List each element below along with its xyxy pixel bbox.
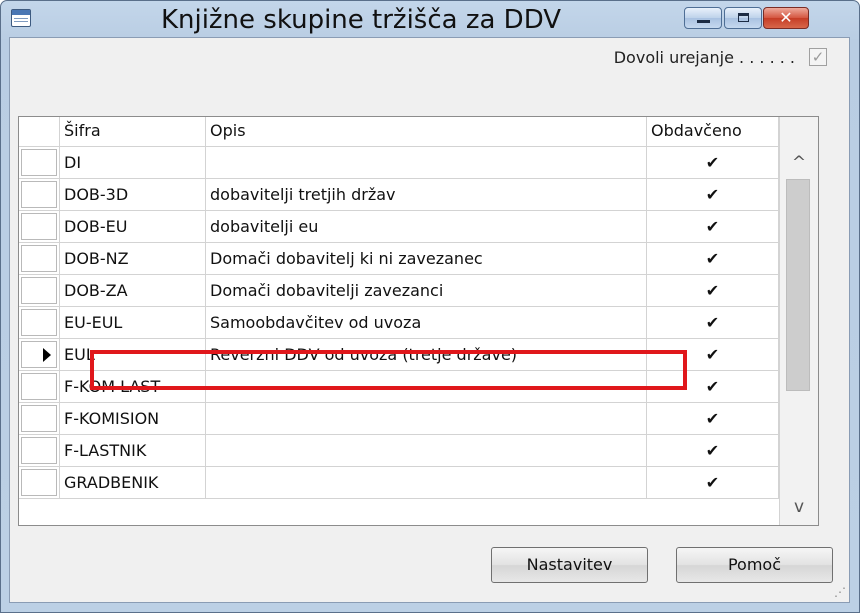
maximize-button[interactable] bbox=[724, 7, 762, 29]
row-selector[interactable] bbox=[19, 179, 60, 211]
scroll-up-icon[interactable]: ^ bbox=[780, 147, 818, 179]
row-selector-header bbox=[19, 117, 60, 147]
allow-edit-row: Dovoli urejanje . . . . . . ✓ bbox=[535, 46, 835, 70]
current-row-pointer-icon bbox=[43, 348, 51, 362]
maximize-icon bbox=[738, 13, 749, 22]
cell-description[interactable]: Samoobdavčitev od uvoza bbox=[206, 307, 647, 339]
table-row[interactable]: EU-EUL Samoobdavčitev od uvoza ✔ bbox=[19, 307, 779, 339]
help-button[interactable]: Pomoč bbox=[676, 547, 833, 583]
cell-code[interactable]: GRADBENIK bbox=[60, 467, 206, 499]
cell-description[interactable]: dobavitelji eu bbox=[206, 211, 647, 243]
cell-description[interactable]: Domači dobavitelj ki ni zavezanec bbox=[206, 243, 647, 275]
allow-edit-checkbox[interactable]: ✓ bbox=[809, 48, 827, 66]
cell-code[interactable]: DOB-EU bbox=[60, 211, 206, 243]
setup-button[interactable]: Nastavitev bbox=[491, 547, 648, 583]
row-selector[interactable] bbox=[19, 435, 60, 467]
grid-header: Šifra Opis Obdavčeno bbox=[19, 117, 779, 147]
vertical-scrollbar[interactable]: ^ v bbox=[779, 117, 818, 525]
cell-taxed-checkbox[interactable]: ✔ bbox=[647, 211, 779, 243]
row-selector[interactable] bbox=[19, 371, 60, 403]
row-selector[interactable] bbox=[19, 147, 60, 179]
cell-taxed-checkbox[interactable]: ✔ bbox=[647, 275, 779, 307]
cell-description[interactable] bbox=[206, 435, 647, 467]
cell-description[interactable] bbox=[206, 467, 647, 499]
cell-description[interactable]: dobavitelji tretjih držav bbox=[206, 179, 647, 211]
dialog-window: Knjižne skupine tržišča za DDV ✕ Dovoli … bbox=[0, 0, 860, 613]
cell-description[interactable]: Domači dobavitelji zavezanci bbox=[206, 275, 647, 307]
highlight-annotation bbox=[90, 350, 687, 390]
cell-taxed-checkbox[interactable]: ✔ bbox=[647, 403, 779, 435]
cell-taxed-checkbox[interactable]: ✔ bbox=[647, 307, 779, 339]
column-header-description[interactable]: Opis bbox=[206, 117, 647, 147]
cell-code[interactable]: F-LASTNIK bbox=[60, 435, 206, 467]
cell-code[interactable]: F-KOMISION bbox=[60, 403, 206, 435]
row-selector[interactable] bbox=[19, 211, 60, 243]
table-row[interactable]: DOB-ZA Domači dobavitelji zavezanci ✔ bbox=[19, 275, 779, 307]
scrollbar-thumb[interactable] bbox=[786, 179, 810, 391]
cell-code[interactable]: DI bbox=[60, 147, 206, 179]
minimize-icon bbox=[697, 20, 710, 23]
close-icon: ✕ bbox=[779, 8, 793, 27]
row-selector[interactable] bbox=[19, 275, 60, 307]
dialog-body: Dovoli urejanje . . . . . . ✓ Šifra Opis… bbox=[9, 37, 850, 603]
column-header-taxed[interactable]: Obdavčeno bbox=[647, 117, 779, 147]
table-row[interactable]: DOB-NZ Domači dobavitelj ki ni zavezanec ✔ bbox=[19, 243, 779, 275]
allow-edit-label: Dovoli urejanje . . . . . . bbox=[613, 48, 795, 67]
scroll-down-icon[interactable]: v bbox=[780, 491, 818, 523]
cell-code[interactable]: EU-EUL bbox=[60, 307, 206, 339]
cell-code[interactable]: DOB-NZ bbox=[60, 243, 206, 275]
cell-code[interactable]: DOB-ZA bbox=[60, 275, 206, 307]
close-button[interactable]: ✕ bbox=[763, 7, 809, 29]
table-row[interactable]: F-KOMISION ✔ bbox=[19, 403, 779, 435]
window-title: Knjižne skupine tržišča za DDV bbox=[160, 5, 562, 35]
cell-taxed-checkbox[interactable]: ✔ bbox=[647, 243, 779, 275]
cell-description[interactable] bbox=[206, 403, 647, 435]
row-selector[interactable] bbox=[19, 243, 60, 275]
table-row[interactable]: DOB-3D dobavitelji tretjih držav ✔ bbox=[19, 179, 779, 211]
row-selector[interactable] bbox=[19, 467, 60, 499]
cell-taxed-checkbox[interactable]: ✔ bbox=[647, 179, 779, 211]
table-row[interactable]: GRADBENIK ✔ bbox=[19, 467, 779, 499]
cell-taxed-checkbox[interactable]: ✔ bbox=[647, 467, 779, 499]
title-bar[interactable]: Knjižne skupine tržišča za DDV ✕ bbox=[1, 1, 859, 37]
data-grid: Šifra Opis Obdavčeno DI ✔ DOB-3D dobavitelj… bbox=[18, 116, 819, 526]
resize-grip-icon[interactable]: ⋰ bbox=[834, 585, 846, 599]
table-row[interactable]: DI ✔ bbox=[19, 147, 779, 179]
column-header-code[interactable]: Šifra bbox=[60, 117, 206, 147]
minimize-button[interactable] bbox=[684, 7, 722, 29]
table-row[interactable]: DOB-EU dobavitelji eu ✔ bbox=[19, 211, 779, 243]
cell-code[interactable]: DOB-3D bbox=[60, 179, 206, 211]
cell-taxed-checkbox[interactable]: ✔ bbox=[647, 435, 779, 467]
cell-taxed-checkbox[interactable]: ✔ bbox=[647, 147, 779, 179]
cell-description[interactable] bbox=[206, 147, 647, 179]
row-selector[interactable] bbox=[19, 339, 60, 371]
table-row[interactable]: F-LASTNIK ✔ bbox=[19, 435, 779, 467]
row-selector[interactable] bbox=[19, 307, 60, 339]
row-selector[interactable] bbox=[19, 403, 60, 435]
